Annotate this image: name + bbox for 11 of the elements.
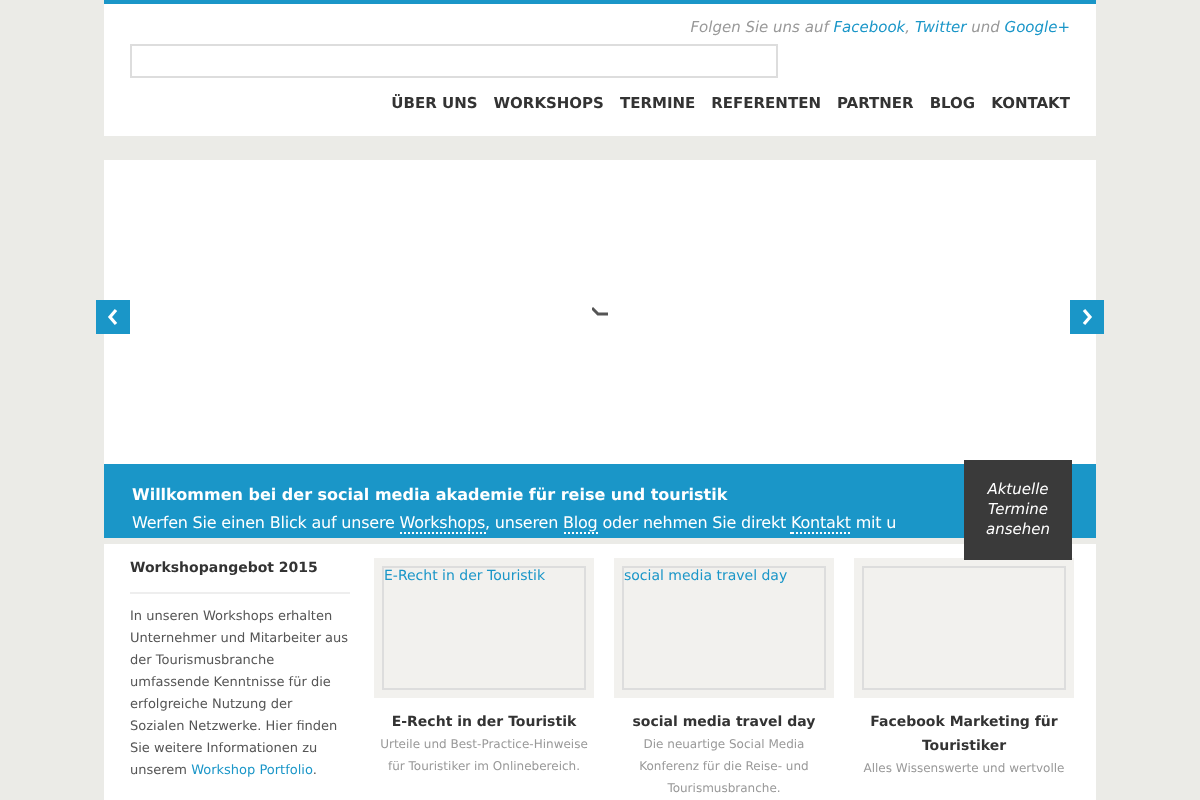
- chevron-right-icon: [1080, 307, 1094, 325]
- text-link[interactable]: Blog: [563, 513, 598, 533]
- banner-title: Willkommen bei der social media akademie für reise und touristik: [132, 483, 728, 507]
- loading-icon: [592, 305, 608, 317]
- chevron-left-icon: [106, 307, 120, 325]
- next-button[interactable]: [1070, 299, 1104, 333]
- text-link[interactable]: Workshops: [399, 513, 486, 533]
- search-field[interactable]: [130, 44, 778, 79]
- previous-button[interactable]: [96, 299, 130, 333]
- text-link[interactable]: Kontakt: [790, 513, 851, 533]
- banner-text: Werfen Sie einen Blick auf unsere Workshops, unseren Blog oder nehmen Sie direkt Kontakt mit u: [132, 511, 897, 535]
